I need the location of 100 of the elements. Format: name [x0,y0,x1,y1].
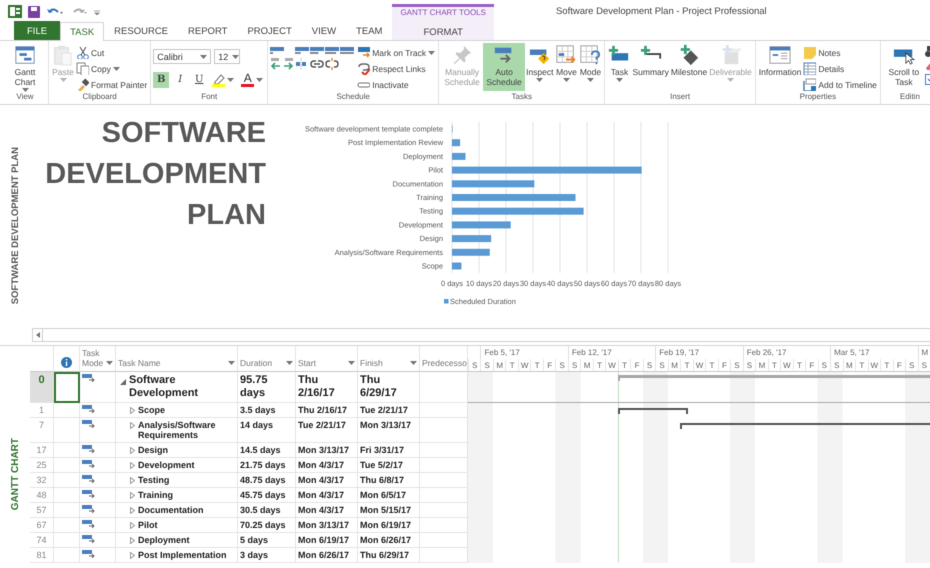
information-button[interactable]: Information [758,43,802,91]
selected-cell[interactable] [54,372,80,403]
mark-on-track-button[interactable]: Mark on Track [356,45,436,60]
milestone-button[interactable]: Milestone [670,43,708,91]
day-label: S [568,358,580,371]
table-cell[interactable] [54,488,80,503]
summary-bar[interactable] [680,423,930,429]
ribbon-tab[interactable]: FORMAT [392,23,494,40]
copy-button[interactable]: Copy [75,61,148,76]
ribbon-tab[interactable]: PROJECT [237,21,302,40]
link-check-icon [357,62,370,75]
respect-links-button[interactable]: Respect Links [356,61,436,76]
expand-arrow-icon[interactable] [130,477,135,484]
scroll-left-button[interactable] [33,329,43,341]
table-cell[interactable] [54,533,80,548]
row-number[interactable]: 17 [30,443,54,458]
expand-arrow-icon[interactable] [130,507,135,514]
task-button[interactable]: Task [607,43,632,91]
expand-arrow-icon[interactable] [130,422,135,429]
project-logo-icon[interactable] [8,5,22,18]
row-number[interactable]: 74 [30,533,54,548]
percent-complete-icon[interactable] [310,47,324,55]
row-number[interactable]: 25 [30,458,54,473]
row-number[interactable]: 32 [30,473,54,488]
font-size-dropdown[interactable]: 12 [214,49,240,64]
row-number[interactable]: 57 [30,503,54,518]
auto-schedule-button[interactable]: Auto Schedule [483,43,526,91]
row-number[interactable]: 0 [30,372,54,403]
table-cell[interactable] [54,518,80,533]
percent-complete-icon[interactable] [295,47,310,55]
inactivate-button[interactable]: Inactivate [356,77,436,92]
task-mode-icon [82,550,95,558]
summary-bar[interactable] [618,408,688,414]
table-cell[interactable] [54,503,80,518]
percent-complete-icon[interactable] [340,47,354,55]
expand-arrow-icon[interactable] [130,552,135,559]
table-cell[interactable] [54,548,80,563]
percent-complete-icon[interactable] [270,47,284,55]
week-label: Feb 5, '17 [480,346,568,358]
ribbon-tab[interactable]: TEAM [346,21,392,40]
table-cell [420,443,468,458]
ribbon-tab[interactable]: FILE [14,21,60,40]
link-icon[interactable] [310,59,324,69]
add-to-timeline-button[interactable]: Add to Timeline [802,77,878,92]
customize-menu-icon[interactable] [94,8,100,14]
percent-complete-icon[interactable] [325,47,340,55]
cut-button[interactable]: Cut [75,45,148,60]
table-cell[interactable] [54,418,80,443]
row-number[interactable]: 1 [30,403,54,418]
table-cell[interactable] [54,443,80,458]
column-header[interactable]: Predecesso [420,346,468,372]
column-header[interactable]: Duration [238,346,296,372]
font-color-button[interactable]: A [239,71,266,88]
finish-date-cell: Fri 3/31/17 [358,443,420,458]
ribbon-tab[interactable]: REPORT [178,21,238,40]
inspect-button[interactable]: Inspect [525,43,554,91]
ribbon-group-label: Font [200,91,218,103]
table-cell [420,418,468,443]
row-number[interactable]: 48 [30,488,54,503]
task-name: Analysis/Software Requirements [138,420,217,440]
column-header[interactable]: Task Name [116,346,238,372]
start-date-cell: Thu 2/16/17 [296,372,358,403]
move-button[interactable]: Move [554,43,578,91]
column-header[interactable]: Task Mode [80,346,116,372]
unlink-icon[interactable] [325,58,340,70]
move-task-icon[interactable] [270,58,294,70]
expand-arrow-icon[interactable] [130,447,135,454]
table-cell[interactable] [54,458,80,473]
notes-button[interactable]: Notes [802,45,878,60]
font-name-dropdown[interactable]: Calibri [153,49,212,64]
ribbon-tab[interactable]: VIEW [302,21,346,40]
expand-arrow-icon[interactable] [130,407,135,414]
column-header[interactable]: Start [296,346,358,372]
table-cell[interactable] [54,473,80,488]
undo-icon[interactable] [46,6,64,16]
expand-arrow-icon[interactable] [130,492,135,499]
expand-arrow-icon[interactable] [130,537,135,544]
table-cell[interactable] [54,403,80,418]
row-number[interactable]: 81 [30,548,54,563]
gantt-chart-icon [14,44,36,66]
expand-arrow-icon[interactable] [130,522,135,529]
ribbon-tab[interactable]: RESOURCE [104,21,178,40]
scroll-to-task-button[interactable]: Scroll to Task [882,43,925,91]
mode-button[interactable]: Mode [578,43,602,91]
column-header[interactable]: Finish [358,346,420,372]
details-button[interactable]: Details [802,61,878,76]
summary-button[interactable]: Summary [631,43,670,91]
ribbon-group-label: Insert [669,91,692,103]
underline-button[interactable]: U [191,72,208,88]
bold-button[interactable]: B [153,72,170,88]
italic-button[interactable]: I [172,72,188,88]
row-number[interactable]: 7 [30,418,54,443]
ribbon-tab[interactable]: TASK [60,22,104,41]
save-icon[interactable] [28,6,40,18]
split-task-icon[interactable] [295,58,308,70]
collapse-arrow-icon[interactable] [120,379,126,385]
expand-arrow-icon[interactable] [130,462,135,469]
row-number[interactable]: 67 [30,518,54,533]
format-painter-button[interactable]: Format Painter [75,77,148,92]
gantt-chart-button[interactable]: Gantt Chart [4,43,46,91]
